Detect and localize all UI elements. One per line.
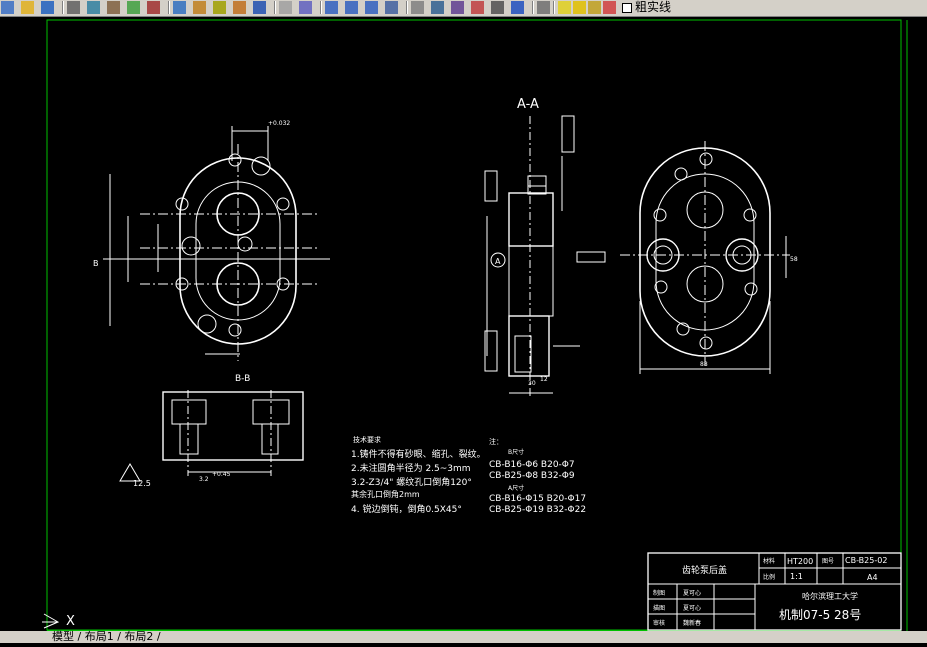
publish-icon[interactable] [107,1,120,14]
sheet-set-icon[interactable] [451,1,464,14]
size-notes-title: 注： [489,437,503,446]
title-block-text: 齿轮泵后盖 材料 HT200 比例 1:1 图号 CB-B25-02 A4 制图… [653,556,887,627]
tool-palette-icon[interactable] [431,1,444,14]
layer-color-square-icon [622,2,632,13]
size-row-2: CB-B25-Φ8 B32-Φ9 [489,471,575,481]
checker-value: 夏可心 [683,605,701,612]
roughness-value: 12.5 [133,479,151,488]
material-value: HT200 [787,557,813,566]
brush-icon[interactable] [233,1,246,14]
zoom-previous-icon[interactable] [365,1,378,14]
section-aa-title: A-A [517,97,539,112]
layer-name: 粗实线 [635,0,672,14]
note-line-1: 1.铸件不得有砂眼、缩孔、裂纹。 [351,448,486,460]
help-icon[interactable] [511,1,524,14]
part-name: 齿轮泵后盖 [682,564,727,576]
plot-icon[interactable] [127,1,140,14]
properties-icon[interactable] [385,1,398,14]
reviewer-label: 审核 [653,619,665,627]
side-view [620,141,790,374]
drawing-no-value: CB-B25-02 [845,556,887,565]
pan-icon[interactable] [299,1,312,14]
print-icon[interactable] [67,1,80,14]
section-bb-title: B-B [235,374,250,384]
ucs-x-label: X [66,614,75,629]
redo-icon[interactable] [279,1,292,14]
school-name: 哈尔滨理工大学 [802,591,858,601]
note-line-4: 其余孔口倒角2mm [351,489,420,499]
layer-dropdown[interactable]: 粗实线 [622,1,671,14]
layer-icon[interactable] [537,1,550,14]
toolbar-separator [168,1,170,14]
design-center-icon[interactable] [411,1,424,14]
lightbulb-icon[interactable] [558,1,571,14]
toolbar-separator [406,1,408,14]
copy-icon[interactable] [173,1,186,14]
toolbar-separator [62,1,64,14]
markup-icon[interactable] [471,1,484,14]
size-sub-b: B尺寸 [508,448,524,456]
size-table-notes: 注： B尺寸 CB-B16-Φ6 B20-Φ7 CB-B25-Φ8 B32-Φ9… [489,437,586,515]
new-icon[interactable] [1,1,14,14]
section-b-label: B [93,259,99,268]
undo-icon[interactable] [253,1,266,14]
cut-icon[interactable] [147,1,160,14]
designer-value: 夏可心 [683,590,701,597]
toolbar-separator [532,1,534,14]
lock-icon[interactable] [588,1,601,14]
calculator-icon[interactable] [491,1,504,14]
designer-label: 制图 [653,589,665,597]
drawing-svg: +0.032 B B-B 12.5 3.2 +0.45 A-A A 30 12 … [42,19,908,636]
toolbar-separator [320,1,322,14]
drawing-no-label: 图号 [822,558,834,565]
front-view [103,126,330,361]
notes-title: 技术要求 [353,435,381,444]
note-line-2: 2.未注圆角半径为 2.5~3mm [351,462,471,474]
toolbar-separator [274,1,276,14]
zoom-window-icon[interactable] [345,1,358,14]
scale-value: 1:1 [790,572,803,581]
zoom-realtime-icon[interactable] [325,1,338,14]
standard-toolbar: 粗实线 [0,0,927,17]
preview-icon[interactable] [87,1,100,14]
scale-label: 比例 [763,573,775,581]
size-row-1: CB-B16-Φ6 B20-Φ7 [489,460,575,470]
match-prop-icon[interactable] [213,1,226,14]
open-icon[interactable] [21,1,34,14]
size-row-4: CB-B25-Φ19 B32-Φ22 [489,505,586,515]
note-line-5: 4. 锐边倒钝，倒角0.5X45° [351,503,462,515]
note-line-3: 3.2-Z3/4" 螺纹孔口倒角120° [351,476,472,488]
technical-notes: 技术要求 1.铸件不得有砂眼、缩孔、裂纹。 2.未注圆角半径为 2.5~3mm … [351,435,486,515]
section-bb-view [119,390,304,482]
dim-88-label: 88 [700,361,708,368]
dim-12-label: 12 [540,376,548,383]
paste-icon[interactable] [193,1,206,14]
toolbar-separator [553,1,555,14]
save-icon[interactable] [41,1,54,14]
section-aa-view [484,115,606,396]
size-sub-a: A尺寸 [508,484,524,492]
dim-0032-label: +0.032 [268,120,290,127]
dim-32-label: 3.2 [199,476,209,483]
size-row-3: CB-B16-Φ15 B20-Φ17 [489,494,586,504]
reviewer-value: 魏新春 [683,619,701,627]
sheet-size: A4 [867,573,878,582]
layout-tabs[interactable]: 模型 / 布局1 / 布局2 / [52,631,161,643]
checker-label: 描图 [653,604,665,612]
class-id: 机制07-5 28号 [779,608,861,622]
datum-a-label: A [495,257,501,266]
sun-icon[interactable] [573,1,586,14]
material-label: 材料 [763,557,775,565]
drawing-canvas[interactable]: +0.032 B B-B 12.5 3.2 +0.45 A-A A 30 12 … [0,16,927,643]
drawing-border [46,19,902,631]
ucs-icon [42,613,60,629]
dim-30-label: 30 [528,380,536,387]
dim-045-label: +0.45 [212,471,231,478]
dim-58-label: 58 [790,256,798,263]
color-swatch-icon[interactable] [603,1,616,14]
